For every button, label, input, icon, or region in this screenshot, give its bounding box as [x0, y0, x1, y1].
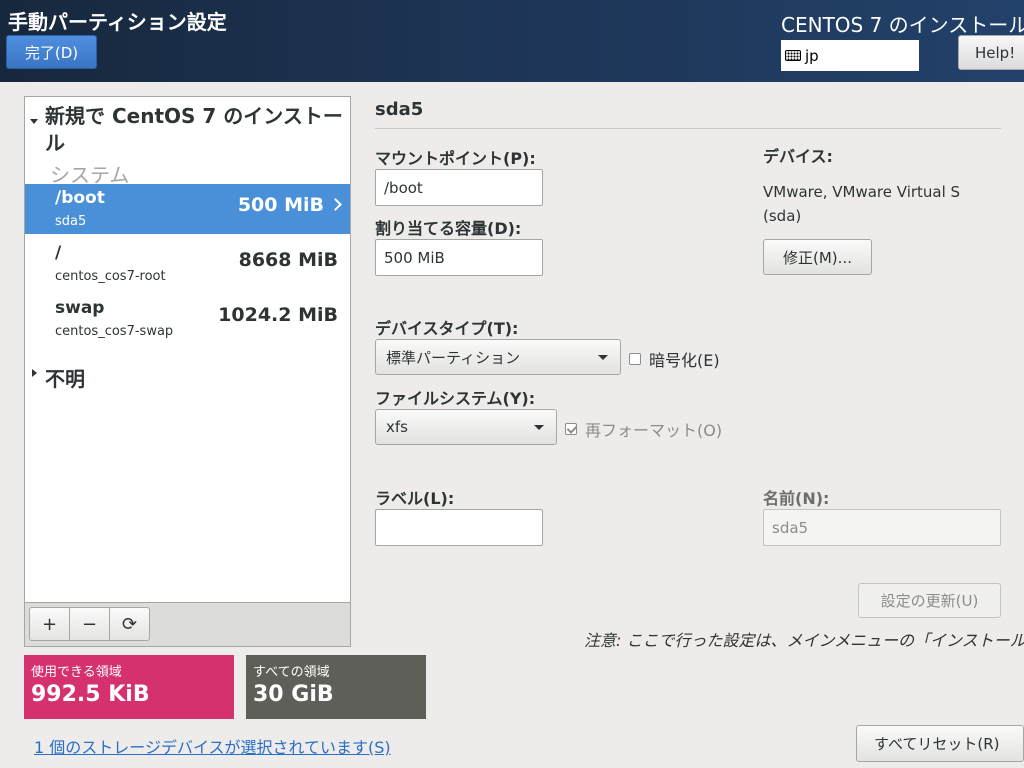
available-space-value: 992.5 KiB [31, 682, 150, 707]
mount-point-label: / [55, 243, 62, 263]
dropdown-arrow-icon [598, 355, 608, 360]
done-button[interactable]: 完了(D) [6, 35, 97, 69]
product-title: CENTOS 7 のインストール [781, 13, 1024, 37]
filesystem-dropdown[interactable]: xfs [375, 409, 557, 445]
refresh-button[interactable]: ⟳ [109, 607, 150, 641]
available-space-label: 使用できる領域 [31, 665, 122, 680]
filesystem-field-label: ファイルシステム(Y): [375, 389, 536, 408]
mount-point-input[interactable]: /boot [375, 169, 543, 206]
unknown-section-heading[interactable]: 不明 [45, 363, 85, 392]
available-space-box: 使用できる領域 992.5 KiB [24, 655, 234, 719]
size-label: 8668 MiB [238, 249, 338, 271]
size-label: 1024.2 MiB [218, 304, 338, 326]
device-description: VMware, VMware Virtual S (sda) [763, 183, 961, 225]
help-button[interactable]: Help! [958, 35, 1024, 70]
device-type-dropdown[interactable]: 標準パーティション [375, 339, 621, 375]
reformat-label: 再フォーマット(O) [585, 421, 723, 440]
device-label: centos_cos7-swap [55, 324, 174, 339]
total-space-value: 30 GiB [253, 682, 334, 707]
mount-row-root[interactable]: / centos_cos7-root 8668 MiB [25, 239, 350, 289]
header-bar: 手動パーティション設定 完了(D) CENTOS 7 のインストール jp He… [0, 0, 1024, 82]
name-field-label: 名前(N): [763, 489, 830, 508]
devices-field-label: デバイス: [763, 147, 833, 166]
size-label: 500 MiB [237, 194, 324, 216]
total-space-label: すべての領域 [253, 665, 330, 680]
mount-point-label: /boot [55, 188, 105, 208]
mount-point-label: swap [55, 298, 105, 318]
add-mount-point-button[interactable]: + [29, 607, 70, 641]
mount-row-boot[interactable]: /boot sda5 500 MiB [25, 184, 350, 234]
new-install-heading[interactable]: 新規で CentOS 7 のインストール [45, 103, 345, 157]
partition-toolbar: + − ⟳ [25, 602, 350, 646]
reset-all-button[interactable]: すべてリセット(R) [856, 725, 1024, 762]
dropdown-arrow-icon [534, 425, 544, 430]
page-title: 手動パーティション設定 [8, 10, 227, 34]
expander-right-icon[interactable] [32, 369, 37, 377]
name-input[interactable]: sda5 [763, 509, 1001, 546]
device-label: centos_cos7-root [55, 269, 166, 284]
mount-row-swap[interactable]: swap centos_cos7-swap 1024.2 MiB [25, 294, 350, 344]
update-settings-button[interactable]: 設定の更新(U) [858, 583, 1001, 618]
selected-partition-title: sda5 [375, 99, 424, 120]
divider [375, 128, 1001, 129]
capacity-field-label: 割り当てる容量(D): [375, 219, 522, 238]
capacity-input[interactable]: 500 MiB [375, 239, 543, 276]
chevron-right-icon [329, 198, 342, 211]
expander-down-icon[interactable] [30, 119, 38, 124]
mount-point-list-panel: 新規で CentOS 7 のインストール システム /boot sda5 500… [24, 96, 351, 647]
checkbox-checked-icon [565, 423, 577, 435]
keyboard-icon [785, 50, 801, 61]
encrypt-label: 暗号化(E) [649, 351, 720, 370]
checkbox-icon [629, 353, 641, 365]
modify-button[interactable]: 修正(M)... [763, 239, 872, 275]
mount-point-field-label: マウントポイント(P): [375, 149, 536, 168]
device-label: sda5 [55, 214, 87, 229]
device-type-value: 標準パーティション [386, 348, 521, 367]
keyboard-layout-indicator[interactable]: jp [781, 40, 919, 71]
label-input[interactable] [375, 509, 543, 546]
label-field-label: ラベル(L): [375, 489, 455, 508]
apply-note: 注意: ここで行った設定は、メインメニューの「インストールを開始」ボタンを押すま… [584, 631, 1024, 650]
device-type-field-label: デバイスタイプ(T): [375, 319, 519, 338]
reformat-checkbox[interactable]: 再フォーマット(O) [565, 417, 722, 441]
remove-mount-point-button[interactable]: − [69, 607, 110, 641]
total-space-box: すべての領域 30 GiB [246, 655, 426, 719]
encrypt-checkbox[interactable]: 暗号化(E) [629, 347, 720, 371]
filesystem-value: xfs [386, 418, 408, 436]
keyboard-layout-label: jp [805, 46, 819, 65]
storage-devices-link[interactable]: 1 個のストレージデバイスが選択されています(S) [34, 734, 391, 758]
